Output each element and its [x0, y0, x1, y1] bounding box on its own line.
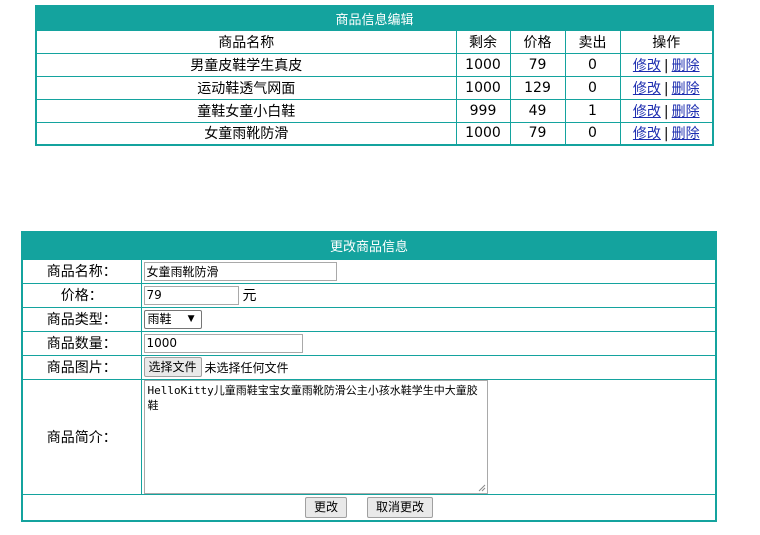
product-stock: 1000: [455, 121, 511, 146]
delete-link[interactable]: 删除: [672, 58, 700, 74]
table-row: 运动鞋透气网面 1000 129 0 修改 | 删除: [35, 75, 714, 100]
submit-button[interactable]: 更改: [304, 496, 347, 518]
form-row-type: 商品类型： 雨鞋 ▼: [21, 306, 717, 332]
header-actions: 操作: [619, 29, 714, 54]
table-row: 男童皮鞋学生真皮 1000 79 0 修改 | 删除: [35, 52, 714, 77]
action-separator: |: [663, 126, 669, 143]
choose-file-button[interactable]: 选择文件: [143, 357, 202, 377]
product-stock: 1000: [455, 75, 511, 100]
row-actions: 修改 | 删除: [619, 121, 714, 146]
name-label: 商品名称：: [21, 258, 142, 284]
product-name: 男童皮鞋学生真皮: [35, 52, 457, 77]
description-text: HelloKitty儿童雨鞋宝宝女童雨靴防滑公主小孩水鞋学生中大童胶鞋: [147, 383, 478, 412]
table-row: 女童雨靴防滑 1000 79 0 修改 | 删除: [35, 121, 714, 146]
product-stock: 1000: [455, 52, 511, 77]
header-sold: 卖出: [564, 29, 621, 54]
list-title: 商品信息编辑: [35, 5, 714, 31]
delete-link[interactable]: 删除: [672, 81, 700, 97]
cancel-button[interactable]: 取消更改: [367, 496, 434, 518]
name-input[interactable]: [143, 261, 337, 281]
form-row-buttons: 更改 取消更改: [21, 493, 717, 522]
row-actions: 修改 | 删除: [619, 52, 714, 77]
image-label: 商品图片：: [21, 354, 142, 380]
product-name: 运动鞋透气网面: [35, 75, 457, 100]
form-title: 更改商品信息: [21, 231, 717, 260]
file-status: 未选择任何文件: [204, 360, 289, 375]
edit-product-form: 更改商品信息 商品名称： 价格： 元 商品类型： 雨鞋 ▼ 商品数量： 商品图片：…: [21, 231, 718, 522]
form-row-description: 商品简介： HelloKitty儿童雨鞋宝宝女童雨靴防滑公主小孩水鞋学生中大童胶…: [21, 378, 717, 495]
row-actions: 修改 | 删除: [619, 75, 714, 100]
form-row-name: 商品名称：: [21, 258, 717, 284]
description-textarea[interactable]: HelloKitty儿童雨鞋宝宝女童雨靴防滑公主小孩水鞋学生中大童胶鞋: [143, 379, 488, 494]
row-actions: 修改 | 删除: [619, 98, 714, 123]
price-input[interactable]: [143, 285, 239, 305]
action-separator: |: [663, 80, 669, 97]
table-row: 童鞋女童小白鞋 999 49 1 修改 | 删除: [35, 98, 714, 123]
type-select[interactable]: 雨鞋 ▼: [143, 309, 202, 329]
product-sold: 0: [564, 121, 621, 146]
header-price: 价格: [509, 29, 566, 54]
price-unit: 元: [242, 288, 257, 304]
product-sold: 0: [564, 52, 621, 77]
edit-link[interactable]: 修改: [633, 104, 661, 120]
action-separator: |: [663, 57, 669, 74]
form-row-quantity: 商品数量：: [21, 330, 717, 356]
edit-link[interactable]: 修改: [633, 58, 661, 74]
delete-link[interactable]: 删除: [672, 126, 700, 142]
product-sold: 1: [564, 98, 621, 123]
product-list-table: 商品信息编辑 商品名称 剩余 价格 卖出 操作 男童皮鞋学生真皮 1000 79…: [35, 5, 715, 146]
edit-link[interactable]: 修改: [633, 81, 661, 97]
dropdown-arrow-icon: ▼: [187, 313, 195, 324]
type-select-value: 雨鞋: [147, 311, 172, 326]
header-stock: 剩余: [455, 29, 511, 54]
form-row-image: 商品图片： 选择文件 未选择任何文件: [21, 354, 717, 380]
product-name: 童鞋女童小白鞋: [35, 98, 457, 123]
product-name: 女童雨靴防滑: [35, 121, 457, 146]
product-stock: 999: [455, 98, 511, 123]
list-header-row: 商品名称 剩余 价格 卖出 操作: [35, 29, 714, 54]
product-price: 49: [509, 98, 566, 123]
header-name: 商品名称: [35, 29, 457, 54]
quantity-input[interactable]: [143, 333, 303, 353]
delete-link[interactable]: 删除: [672, 104, 700, 120]
product-price: 129: [509, 75, 566, 100]
product-sold: 0: [564, 75, 621, 100]
product-price: 79: [509, 121, 566, 146]
action-separator: |: [663, 103, 669, 120]
quantity-label: 商品数量：: [21, 330, 142, 356]
type-label: 商品类型：: [21, 306, 142, 332]
form-row-price: 价格： 元: [21, 282, 717, 308]
edit-link[interactable]: 修改: [633, 126, 661, 142]
price-label: 价格：: [21, 282, 142, 308]
product-price: 79: [509, 52, 566, 77]
resize-grip-icon[interactable]: [478, 484, 486, 492]
description-label: 商品简介：: [21, 378, 142, 495]
